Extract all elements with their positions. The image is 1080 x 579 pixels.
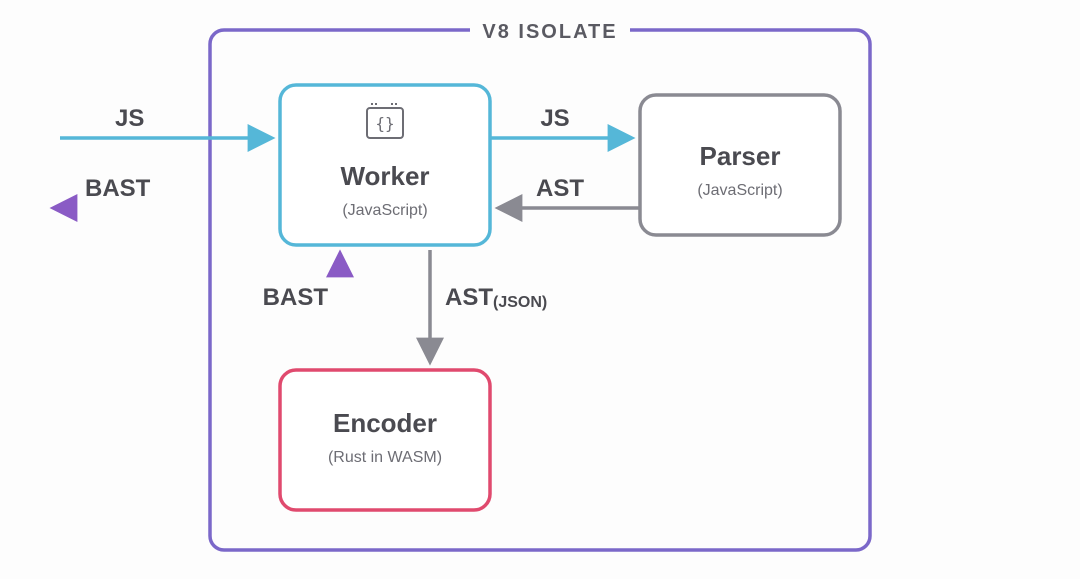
edge-bast-out-label: BAST bbox=[85, 175, 151, 202]
parser-sub: (JavaScript) bbox=[697, 182, 782, 199]
edge-worker-encoder-small: (JSON) bbox=[493, 294, 547, 311]
edge-worker-encoder: AST (JSON) bbox=[430, 250, 547, 360]
edge-parser-worker: AST bbox=[500, 175, 640, 208]
edge-worker-parser-label: JS bbox=[540, 105, 569, 132]
worker-sub: (JavaScript) bbox=[342, 202, 427, 219]
edge-encoder-worker: BAST bbox=[263, 255, 340, 370]
edge-encoder-worker-label: BAST bbox=[263, 284, 329, 311]
edge-bast-out: BAST bbox=[55, 175, 280, 208]
parser-title: Parser bbox=[700, 141, 781, 171]
encoder-node: Encoder (Rust in WASM) bbox=[280, 370, 490, 510]
encoder-sub: (Rust in WASM) bbox=[328, 449, 442, 466]
worker-title: Worker bbox=[340, 161, 429, 191]
architecture-diagram: V8 ISOLATE {} Worker (JavaScript) Parser… bbox=[0, 0, 1080, 579]
parser-node: Parser (JavaScript) bbox=[640, 95, 840, 235]
encoder-title: Encoder bbox=[333, 408, 437, 438]
edge-js-in-label: JS bbox=[115, 105, 144, 132]
edge-js-in: JS bbox=[60, 105, 270, 138]
container-label: V8 ISOLATE bbox=[482, 21, 617, 43]
edge-parser-worker-label: AST bbox=[536, 175, 584, 202]
worker-node: {} Worker (JavaScript) bbox=[280, 85, 490, 245]
edge-worker-encoder-label: AST bbox=[445, 284, 493, 311]
edge-worker-parser: JS bbox=[490, 105, 630, 138]
svg-text:{}: {} bbox=[375, 114, 394, 133]
